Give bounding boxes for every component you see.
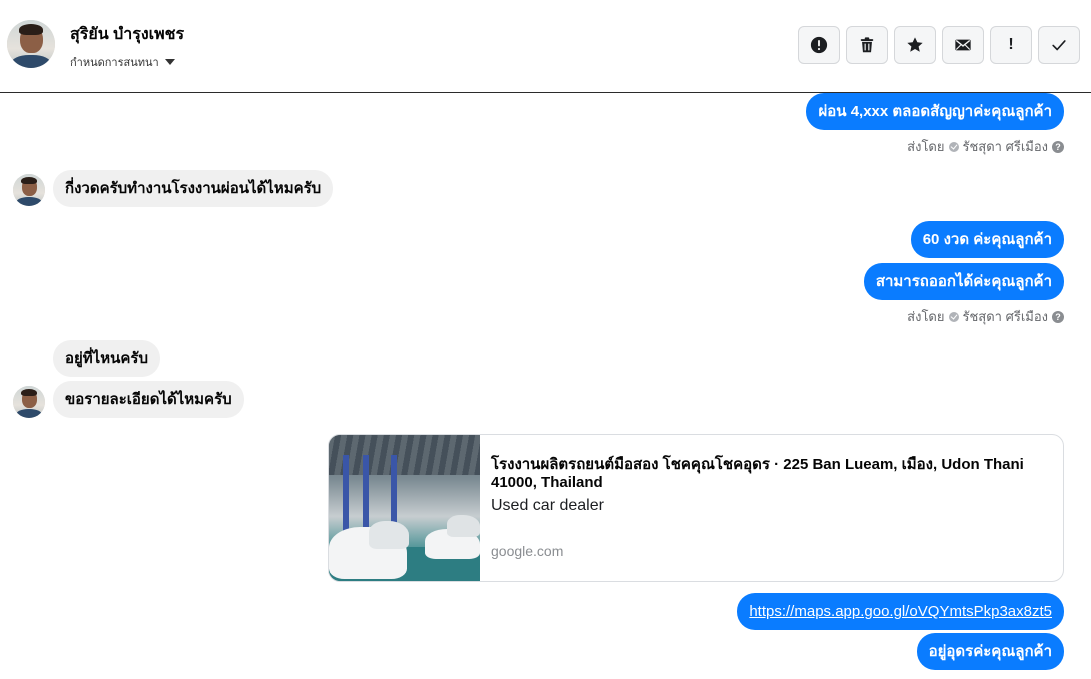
contact-name[interactable]: สุริยัน บำรุงเพชร <box>70 22 184 47</box>
alert-circle-icon <box>810 36 828 54</box>
exclamation-icon: ! <box>1008 36 1014 53</box>
delete-button[interactable] <box>846 26 888 64</box>
sent-by-label: ส่งโดย รัชสุดา ศรีเมือง ? <box>907 136 1064 157</box>
verified-check-icon <box>948 141 959 152</box>
incoming-message[interactable]: อยู่ที่ไหนครับ <box>53 340 160 377</box>
done-button[interactable] <box>1038 26 1080 64</box>
conversation-header: สุริยัน บำรุงเพชร กำหนดการสนทนา ! <box>0 0 1091 93</box>
envelope-icon <box>955 39 971 51</box>
link-preview-card[interactable]: โรงงานผลิตรถยนต์มือสอง โชคคุณโชคอุดร · 2… <box>328 434 1064 582</box>
link-preview-description: Used car dealer <box>491 497 604 514</box>
outgoing-message[interactable]: ผ่อน 4,xxx ตลอดสัญญาค่ะคุณลูกค้า <box>806 93 1064 130</box>
trash-icon <box>860 37 874 53</box>
sent-by-prefix: ส่งโดย <box>907 139 945 154</box>
outgoing-message[interactable]: สามารถออกได้ค่ะคุณลูกค้า <box>863 263 1064 300</box>
assign-conversation-dropdown[interactable]: กำหนดการสนทนา <box>70 53 175 71</box>
outgoing-message[interactable]: 60 งวด ค่ะคุณลูกค้า <box>910 221 1064 258</box>
sent-by-agent: รัชสุดา ศรีเมือง <box>962 139 1049 154</box>
help-icon[interactable]: ? <box>1052 140 1064 153</box>
link-preview-domain: google.com <box>491 543 564 559</box>
important-button[interactable]: ! <box>990 26 1032 64</box>
contact-message-avatar[interactable] <box>13 386 45 418</box>
incoming-message[interactable]: ขอรายละเอียดได้ไหมครับ <box>53 381 244 418</box>
star-button[interactable] <box>894 26 936 64</box>
mark-unread-button[interactable] <box>942 26 984 64</box>
incoming-message[interactable]: กี่งวดครับทำงานโรงงานผ่อนได้ไหมครับ <box>53 170 334 207</box>
link-preview-title[interactable]: โรงงานผลิตรถยนต์มือสอง โชคคุณโชคอุดร · 2… <box>491 456 1051 492</box>
report-button[interactable] <box>798 26 840 64</box>
star-icon <box>907 37 923 52</box>
link-preview-image <box>329 435 480 581</box>
check-icon <box>1052 40 1066 51</box>
sent-by-label: ส่งโดย รัชสุดา ศรีเมือง ? <box>907 306 1064 327</box>
verified-check-icon <box>948 311 959 322</box>
sent-by-agent: รัชสุดา ศรีเมือง <box>962 309 1049 324</box>
contact-avatar[interactable] <box>7 20 55 68</box>
contact-message-avatar[interactable] <box>13 174 45 206</box>
conversation-toolbar: ! <box>798 26 1080 64</box>
outgoing-link-message[interactable]: https://maps.app.goo.gl/oVQYmtsPkp3ax8zt… <box>737 593 1064 630</box>
assign-conversation-label: กำหนดการสนทนา <box>70 57 159 69</box>
sent-by-prefix: ส่งโดย <box>907 309 945 324</box>
caret-down-icon <box>164 59 175 65</box>
help-icon[interactable]: ? <box>1052 310 1064 323</box>
outgoing-message[interactable]: อยู่อุดรค่ะคุณลูกค้า <box>916 633 1064 670</box>
